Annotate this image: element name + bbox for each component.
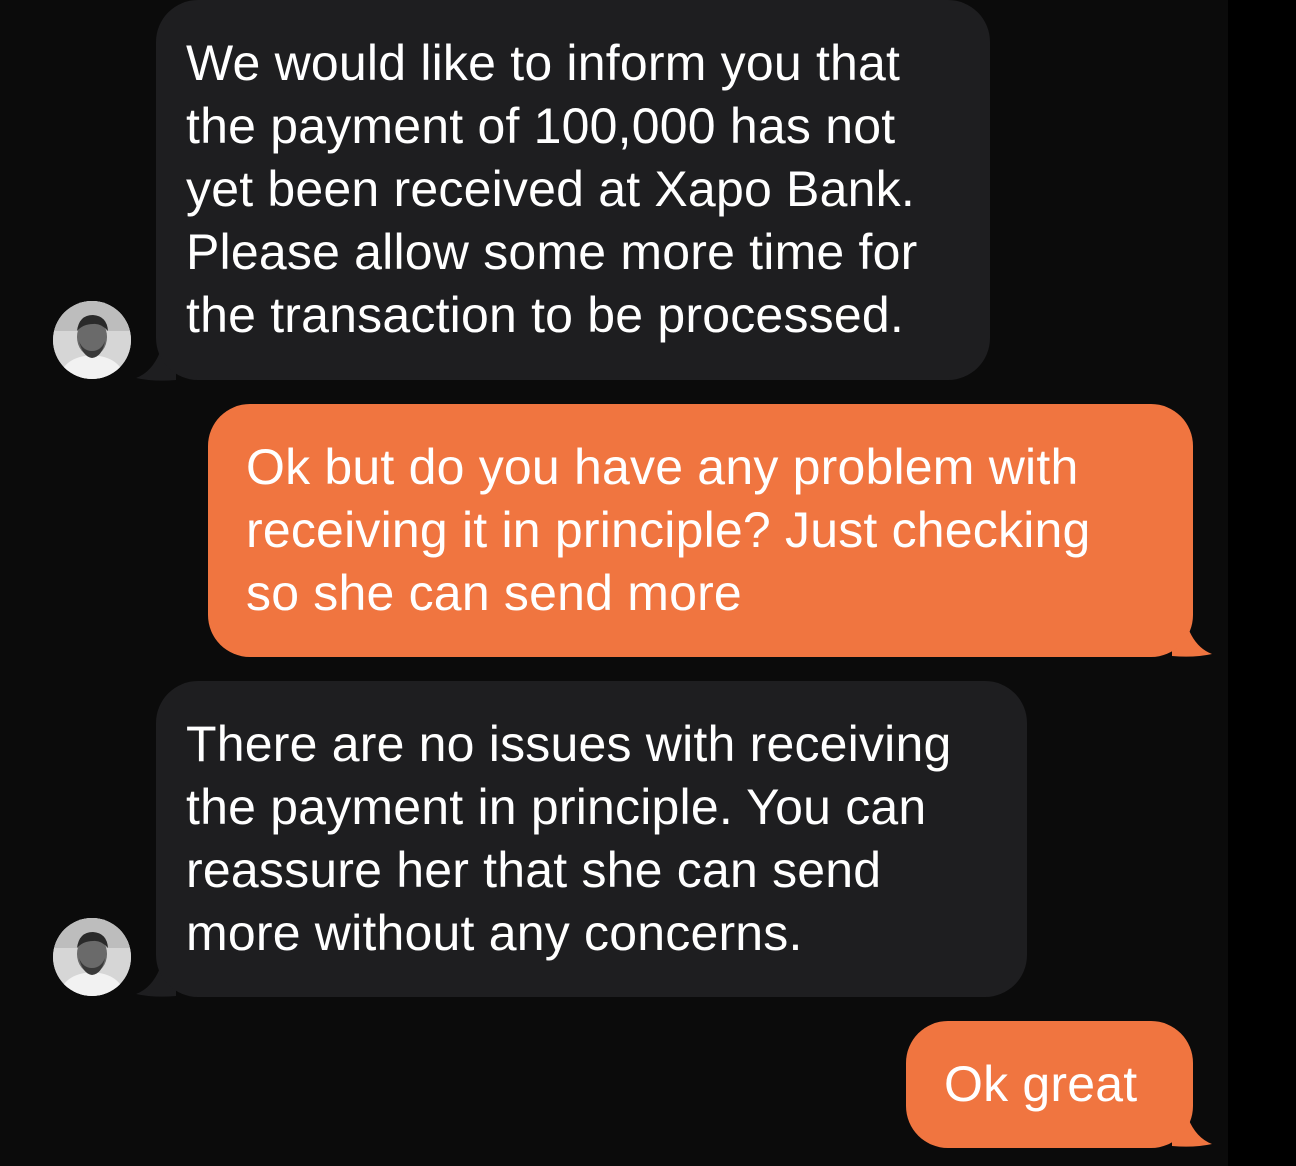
message-text-line: yet been received at Xapo Bank. xyxy=(186,161,915,217)
avatar-photo-icon xyxy=(53,301,131,379)
message-bubble-outgoing[interactable]: Ok but do you have any problem with rece… xyxy=(208,404,1193,657)
screen-edge xyxy=(1228,0,1296,1166)
contact-avatar[interactable] xyxy=(53,918,131,996)
message-text-line: There are no issues with receiving xyxy=(186,716,952,772)
message-text-line: the payment in principle. You can xyxy=(186,779,927,835)
message-bubble-outgoing[interactable]: Ok great xyxy=(906,1021,1193,1148)
contact-avatar[interactable] xyxy=(53,301,131,379)
avatar-photo-icon xyxy=(53,918,131,996)
message-text-line: We would like to inform you that xyxy=(186,35,901,91)
message-text-line: so she can send more xyxy=(246,565,742,621)
message-text-line: the transaction to be processed. xyxy=(186,287,904,343)
message-text-line: more without any concerns. xyxy=(186,905,803,961)
message-bubble-incoming[interactable]: We would like to inform you that the pay… xyxy=(156,0,990,380)
message-text-line: receiving it in principle? Just checking xyxy=(246,502,1091,558)
chat-screen: We would like to inform you that the pay… xyxy=(0,0,1296,1166)
message-text-line: Ok but do you have any problem with xyxy=(246,439,1079,495)
message-bubble-incoming[interactable]: There are no issues with receiving the p… xyxy=(156,681,1027,997)
message-text-line: reassure her that she can send xyxy=(186,842,882,898)
message-text-line: the payment of 100,000 has not xyxy=(186,98,896,154)
message-text-line: Ok great xyxy=(944,1056,1138,1112)
message-text-line: Please allow some more time for xyxy=(186,224,918,280)
